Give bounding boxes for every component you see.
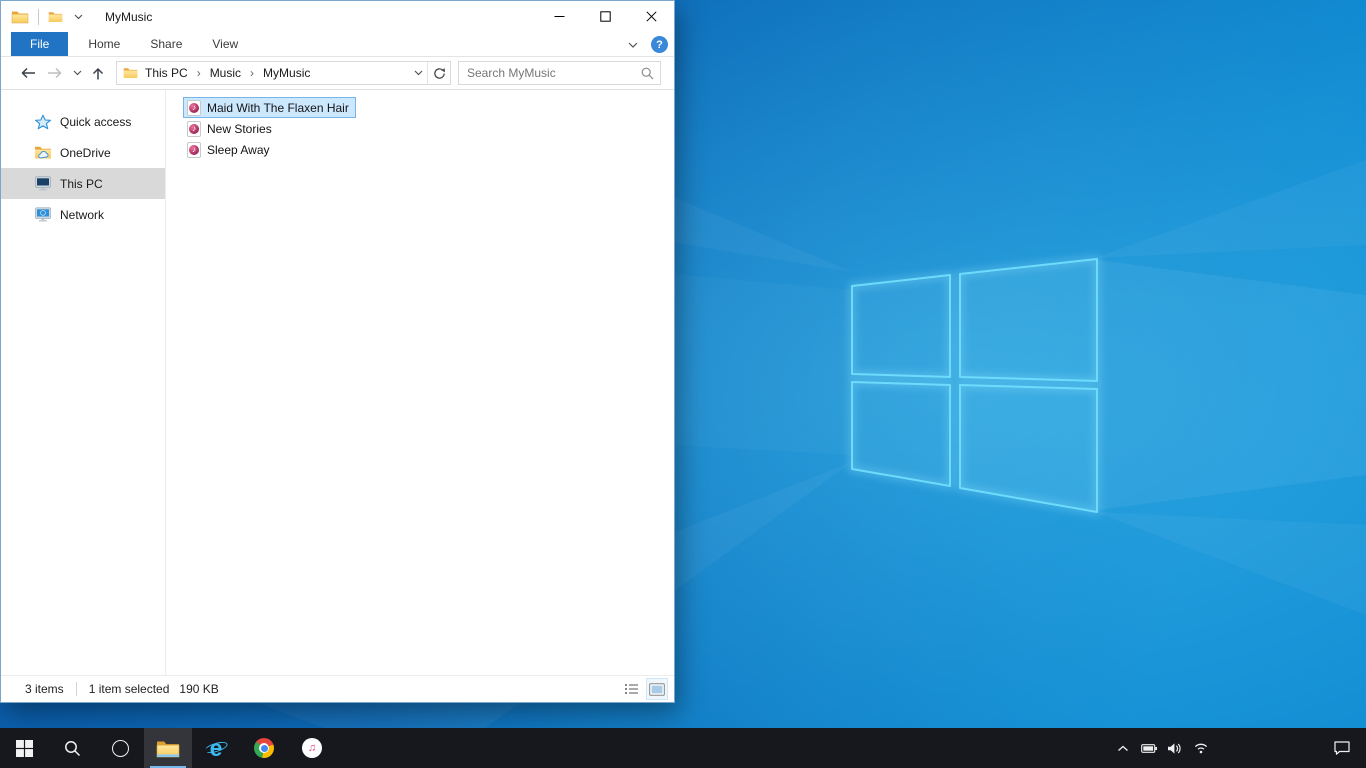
sidebar-item-label: Quick access bbox=[60, 114, 132, 129]
desktop: MyMusic File Home Share View ? This PC ›… bbox=[0, 0, 1366, 768]
cortana-icon bbox=[111, 739, 129, 757]
itunes-button[interactable]: ♫ bbox=[288, 728, 336, 768]
chrome-button[interactable] bbox=[240, 728, 288, 768]
titlebar: MyMusic bbox=[1, 1, 674, 32]
sidebar-item-this-pc[interactable]: This PC bbox=[1, 168, 165, 199]
music-file-icon: ♪ bbox=[186, 120, 202, 137]
explorer-body: Quick access OneDrive This PC Network ♪ … bbox=[1, 90, 674, 675]
network-monitor-icon bbox=[34, 207, 52, 223]
sidebar-item-label: OneDrive bbox=[60, 145, 111, 160]
details-view-button[interactable] bbox=[620, 678, 642, 700]
file-name: Maid With The Flaxen Hair bbox=[207, 100, 349, 115]
navigation-pane: Quick access OneDrive This PC Network bbox=[1, 90, 166, 675]
file-row-maid-with-the-flaxen-hair[interactable]: ♪ Maid With The Flaxen Hair bbox=[183, 97, 356, 118]
onedrive-folder-icon bbox=[34, 145, 52, 161]
ribbon-tab-bar: File Home Share View ? bbox=[1, 32, 674, 57]
large-icons-view-button[interactable] bbox=[646, 678, 668, 700]
qat-customize-chevron-icon[interactable] bbox=[74, 14, 83, 20]
start-button[interactable] bbox=[0, 728, 48, 768]
search-box bbox=[458, 61, 661, 85]
expand-ribbon-chevron-icon[interactable] bbox=[624, 38, 642, 52]
address-dropdown-chevron-icon[interactable] bbox=[409, 62, 427, 84]
status-bar: 3 items 1 item selected 190 KB bbox=[1, 675, 674, 702]
action-center-button[interactable] bbox=[1322, 728, 1362, 768]
status-divider bbox=[75, 682, 77, 696]
breadcrumb-music[interactable]: Music bbox=[205, 63, 246, 83]
qat-folder-properties-icon[interactable] bbox=[48, 11, 63, 23]
this-pc-monitor-icon bbox=[34, 176, 52, 192]
file-list[interactable]: ♪ Maid With The Flaxen Hair ♪ New Storie… bbox=[166, 90, 674, 675]
file-explorer-window: MyMusic File Home Share View ? This PC ›… bbox=[0, 0, 675, 703]
tab-home[interactable]: Home bbox=[73, 32, 135, 56]
windows-start-icon bbox=[15, 739, 33, 757]
action-center-icon bbox=[1334, 741, 1350, 755]
music-note-glyph: ♪ bbox=[192, 102, 196, 112]
selection-count: 1 item selected bbox=[88, 682, 170, 696]
itunes-icon: ♫ bbox=[302, 738, 322, 758]
sidebar-item-label: This PC bbox=[60, 176, 103, 191]
search-icon[interactable] bbox=[641, 67, 654, 80]
window-title: MyMusic bbox=[105, 9, 153, 24]
qat-separator bbox=[38, 8, 39, 25]
quick-access-toolbar bbox=[11, 8, 83, 25]
minimize-button[interactable] bbox=[536, 1, 582, 32]
sidebar-item-onedrive[interactable]: OneDrive bbox=[1, 137, 165, 168]
itunes-note-glyph: ♫ bbox=[307, 741, 317, 754]
system-tray bbox=[1110, 728, 1214, 768]
breadcrumb: This PC › Music › MyMusic bbox=[140, 63, 409, 83]
items-count: 3 items bbox=[25, 682, 64, 696]
address-folder-icon bbox=[123, 67, 138, 79]
sidebar-item-network[interactable]: Network bbox=[1, 199, 165, 230]
music-note-glyph: ♪ bbox=[192, 123, 196, 133]
music-file-icon: ♪ bbox=[186, 99, 202, 116]
file-name: Sleep Away bbox=[207, 142, 270, 157]
recent-locations-chevron-icon[interactable] bbox=[68, 60, 86, 86]
back-button[interactable] bbox=[14, 60, 42, 86]
cortana-button[interactable] bbox=[96, 728, 144, 768]
search-icon bbox=[64, 740, 80, 756]
breadcrumb-separator-icon: › bbox=[250, 66, 255, 80]
refresh-button[interactable] bbox=[428, 62, 450, 84]
sidebar-item-quick-access[interactable]: Quick access bbox=[1, 106, 165, 137]
window-folder-icon bbox=[11, 10, 29, 24]
taskbar-file-explorer-button[interactable] bbox=[144, 728, 192, 768]
wifi-icon[interactable] bbox=[1188, 728, 1214, 768]
close-button[interactable] bbox=[628, 1, 674, 32]
battery-icon[interactable] bbox=[1136, 728, 1162, 768]
breadcrumb-mymusic[interactable]: MyMusic bbox=[258, 63, 315, 83]
address-bar[interactable]: This PC › Music › MyMusic bbox=[116, 61, 451, 85]
tab-view[interactable]: View bbox=[197, 32, 253, 56]
sidebar-item-label: Network bbox=[60, 207, 105, 222]
ribbon-right-controls: ? bbox=[624, 32, 668, 57]
file-row-sleep-away[interactable]: ♪ Sleep Away bbox=[183, 139, 277, 160]
help-button[interactable]: ? bbox=[651, 36, 668, 53]
taskbar: e ♫ bbox=[0, 728, 1366, 768]
music-note-glyph: ♪ bbox=[192, 144, 196, 154]
tab-file[interactable]: File bbox=[11, 32, 69, 56]
view-switcher bbox=[620, 678, 668, 700]
windows-logo bbox=[848, 255, 1101, 517]
file-row-new-stories[interactable]: ♪ New Stories bbox=[183, 118, 279, 139]
up-button[interactable] bbox=[86, 60, 110, 86]
quick-access-star-icon bbox=[34, 114, 52, 130]
selection-size: 190 KB bbox=[179, 682, 219, 696]
internet-explorer-icon: e bbox=[203, 735, 229, 761]
maximize-button[interactable] bbox=[582, 1, 628, 32]
hidden-icons-chevron-icon[interactable] bbox=[1110, 728, 1136, 768]
breadcrumb-this-pc[interactable]: This PC bbox=[140, 63, 193, 83]
internet-explorer-button[interactable]: e bbox=[192, 728, 240, 768]
window-controls bbox=[536, 1, 674, 32]
taskbar-search-button[interactable] bbox=[48, 728, 96, 768]
tab-share[interactable]: Share bbox=[135, 32, 197, 56]
volume-icon[interactable] bbox=[1162, 728, 1188, 768]
search-input[interactable] bbox=[467, 66, 641, 80]
file-explorer-icon bbox=[156, 741, 180, 757]
chrome-icon bbox=[254, 738, 274, 758]
forward-button[interactable] bbox=[42, 60, 68, 86]
breadcrumb-separator-icon: › bbox=[196, 66, 201, 80]
navigation-bar: This PC › Music › MyMusic bbox=[1, 57, 674, 90]
file-name: New Stories bbox=[207, 121, 272, 136]
music-file-icon: ♪ bbox=[186, 141, 202, 158]
